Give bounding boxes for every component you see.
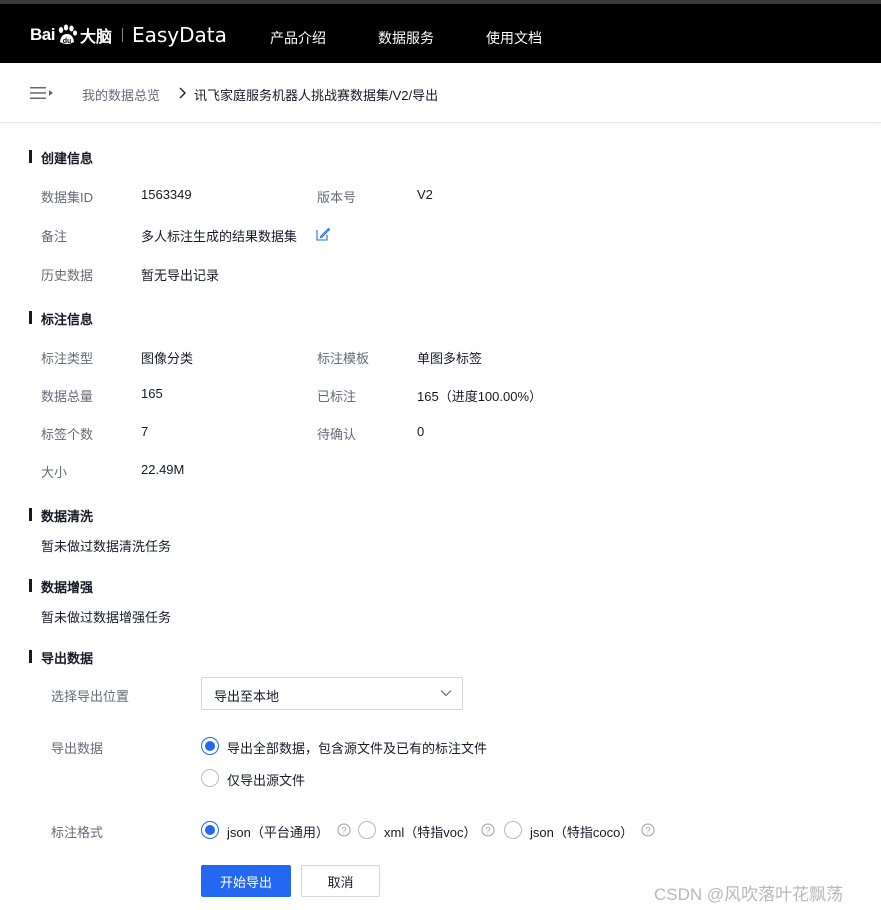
size-value: 22.49M bbox=[141, 462, 185, 477]
annotation-template-label: 标注模板 bbox=[317, 351, 370, 366]
section-title-annotation-info: 标注信息 bbox=[29, 309, 93, 328]
tag-count-value: 7 bbox=[141, 424, 149, 439]
help-icon[interactable]: ? bbox=[337, 823, 351, 837]
export-data-label: 导出数据 bbox=[51, 741, 104, 756]
remark-label: 备注 bbox=[41, 229, 68, 244]
section-title-export: 导出数据 bbox=[29, 648, 93, 667]
svg-text:?: ? bbox=[341, 826, 346, 836]
logo-cn-text: 大脑 bbox=[79, 29, 112, 46]
nav-docs[interactable]: 使用文档 bbox=[486, 28, 542, 48]
dataset-id-value: 1563349 bbox=[141, 187, 192, 202]
format-json-platform-radio[interactable] bbox=[201, 821, 219, 839]
annotation-type-label: 标注类型 bbox=[41, 351, 94, 366]
help-icon[interactable]: ? bbox=[481, 823, 495, 837]
start-export-button[interactable]: 开始导出 bbox=[201, 865, 291, 897]
edit-icon[interactable] bbox=[316, 227, 330, 241]
annotated-label: 已标注 bbox=[317, 389, 357, 404]
export-all-radio[interactable] bbox=[201, 737, 219, 755]
logo-bai-text: Bai bbox=[30, 25, 55, 44]
svg-text:du: du bbox=[63, 38, 72, 45]
nav-product-intro[interactable]: 产品介绍 bbox=[270, 28, 326, 48]
format-json-coco-label[interactable]: json（特指coco） bbox=[530, 822, 633, 841]
baidu-paw-icon: du bbox=[58, 24, 77, 45]
format-json-coco-radio[interactable] bbox=[504, 821, 522, 839]
annotation-type-value: 图像分类 bbox=[141, 351, 194, 366]
top-nav: Bai du 大脑 EasyData 产品介绍 数据服务 使用文档 bbox=[0, 0, 881, 63]
cleaning-status-text: 暂未做过数据清洗任务 bbox=[41, 539, 172, 554]
history-label: 历史数据 bbox=[41, 268, 94, 283]
help-icon[interactable]: ? bbox=[641, 823, 655, 837]
tag-count-label: 标签个数 bbox=[41, 427, 94, 442]
chevron-down-icon bbox=[440, 690, 452, 697]
export-source-only-label[interactable]: 仅导出源文件 bbox=[227, 770, 305, 789]
export-location-label: 选择导出位置 bbox=[51, 689, 130, 704]
section-title-create-info: 创建信息 bbox=[29, 148, 93, 167]
format-xml-voc-label[interactable]: xml（特指voc） bbox=[384, 822, 476, 841]
total-data-label: 数据总量 bbox=[41, 389, 94, 404]
logo-divider bbox=[121, 28, 123, 42]
version-label: 版本号 bbox=[317, 190, 357, 205]
export-location-value: 导出至本地 bbox=[214, 689, 280, 704]
pending-value: 0 bbox=[417, 424, 425, 439]
logo-product-name: EasyData bbox=[131, 23, 227, 47]
history-value: 暂无导出记录 bbox=[141, 268, 220, 283]
section-title-augmentation: 数据增强 bbox=[29, 577, 93, 596]
chevron-right-icon bbox=[179, 87, 186, 99]
menu-toggle-icon[interactable] bbox=[30, 86, 54, 100]
csdn-watermark: CSDN @风吹落叶花飘荡 bbox=[654, 885, 844, 904]
pending-label: 待确认 bbox=[317, 427, 357, 442]
svg-text:?: ? bbox=[485, 826, 490, 836]
total-data-value: 165 bbox=[141, 386, 163, 401]
version-value: V2 bbox=[417, 187, 433, 202]
export-location-select[interactable]: 导出至本地 bbox=[201, 677, 463, 710]
export-all-label[interactable]: 导出全部数据，包含源文件及已有的标注文件 bbox=[227, 738, 487, 757]
breadcrumb-home-link[interactable]: 我的数据总览 bbox=[82, 85, 160, 104]
cancel-button[interactable]: 取消 bbox=[301, 865, 380, 897]
export-source-only-radio[interactable] bbox=[201, 769, 219, 787]
dataset-id-label: 数据集ID bbox=[41, 190, 94, 205]
breadcrumb-current: 讯飞家庭服务机器人挑战赛数据集/V2/导出 bbox=[194, 88, 439, 103]
annotation-template-value: 单图多标签 bbox=[417, 351, 483, 366]
breadcrumb: 我的数据总览 讯飞家庭服务机器人挑战赛数据集/V2/导出 bbox=[0, 63, 881, 123]
format-xml-voc-radio[interactable] bbox=[358, 821, 376, 839]
baidu-easydata-logo[interactable]: Bai du 大脑 EasyData bbox=[30, 20, 227, 50]
svg-text:?: ? bbox=[645, 826, 650, 836]
format-json-platform-label[interactable]: json（平台通用） bbox=[227, 822, 329, 841]
section-title-cleaning: 数据清洗 bbox=[29, 506, 93, 525]
nav-data-service[interactable]: 数据服务 bbox=[378, 28, 434, 48]
size-label: 大小 bbox=[41, 465, 68, 480]
annotated-value: 165（进度100.00%） bbox=[417, 389, 543, 404]
annotation-format-label: 标注格式 bbox=[51, 825, 104, 840]
augmentation-status-text: 暂未做过数据增强任务 bbox=[41, 610, 172, 625]
remark-value: 多人标注生成的结果数据集 bbox=[141, 229, 298, 244]
